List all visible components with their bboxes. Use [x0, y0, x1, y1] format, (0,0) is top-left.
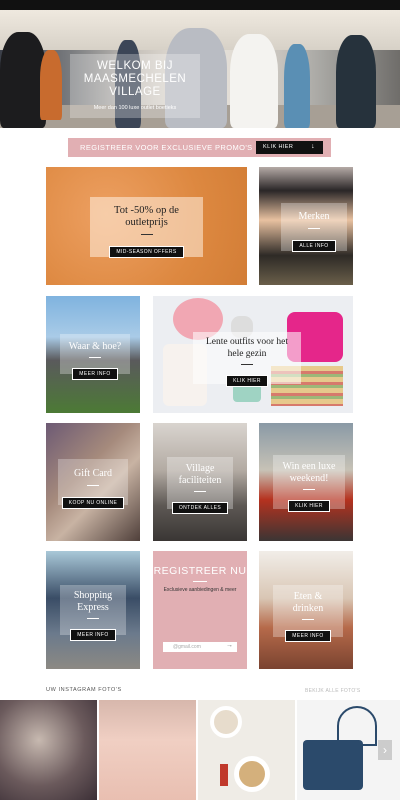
promo-button-label: KLIK HIER: [263, 144, 294, 150]
bag-strap-image: [337, 706, 377, 746]
tile-win[interactable]: Win een luxe weekend! KLIK HIER: [259, 423, 353, 541]
register-title: REGISTREER NU: [153, 565, 247, 577]
food-title-line: drinken: [292, 603, 324, 614]
divider: [193, 581, 207, 582]
food-button[interactable]: MEER INFO: [285, 630, 331, 642]
hero-person: [40, 50, 62, 120]
tile-giftcard[interactable]: Gift Card KOOP NU ONLINE: [46, 423, 140, 541]
spring-button[interactable]: KLIK HIER: [226, 375, 268, 387]
submit-arrow-icon[interactable]: →: [226, 642, 233, 649]
spring-text-box: Lente outfits voor het hele gezin KLIK H…: [193, 332, 301, 387]
hero-title-line: VILLAGE: [109, 86, 161, 98]
giftcard-button[interactable]: KOOP NU ONLINE: [61, 497, 125, 509]
offers-text-box: Tot -50% op de outletprijs MID-SEASON OF…: [90, 197, 203, 258]
arrow-down-icon: ↓: [311, 143, 315, 150]
win-title-line: Win een luxe: [282, 461, 336, 472]
tile-offers[interactable]: Tot -50% op de outletprijs MID-SEASON OF…: [46, 167, 247, 285]
divider: [87, 618, 99, 619]
divider: [303, 489, 315, 490]
instagram-title: UW INSTAGRAM FOTO'S: [46, 687, 122, 693]
offers-title-line: outletprijs: [125, 217, 168, 228]
food-title: Eten & drinken: [273, 591, 343, 615]
shopping-button[interactable]: MEER INFO: [70, 629, 116, 641]
hero-person: [230, 34, 278, 128]
food-title-line: Eten &: [293, 591, 323, 602]
tile-where[interactable]: Waar & hoe? MEER INFO: [46, 296, 140, 413]
next-arrow-button[interactable]: ›: [378, 740, 392, 760]
tile-register: REGISTREER NU Exclusieve aanbiedingen & …: [153, 551, 247, 669]
register-subtitle: Exclusieve aanbiedingen & meer: [163, 587, 237, 593]
food-text-box: Eten & drinken MEER INFO: [273, 585, 343, 642]
where-button[interactable]: MEER INFO: [72, 368, 118, 380]
tile-shopping-express[interactable]: Shopping Express MEER INFO: [46, 551, 140, 669]
hero-banner[interactable]: WELKOM BIJ MAASMECHELEN VILLAGE Meer dan…: [0, 10, 400, 128]
brands-button[interactable]: ALLE INFO: [292, 240, 336, 252]
brands-title: Merken: [298, 211, 330, 222]
hero-text-box: WELKOM BIJ MAASMECHELEN VILLAGE Meer dan…: [70, 54, 200, 118]
giftcard-title: Gift Card: [73, 468, 113, 479]
shopping-title: Shopping Express: [60, 590, 126, 614]
divider: [308, 228, 320, 229]
view-all-photos-link[interactable]: BEKIJK ALLE FOTO'S: [305, 688, 360, 694]
spring-title: Lente outfits voor het hele gezin: [193, 336, 301, 360]
hero-title-line: WELKOM BIJ: [97, 60, 173, 72]
facilities-title-line: Village: [185, 463, 215, 474]
win-title: Win een luxe weekend!: [273, 461, 345, 485]
shopping-title-line: Shopping: [73, 590, 113, 601]
tile-brands[interactable]: Merken ALLE INFO: [259, 167, 353, 285]
instagram-photo[interactable]: [99, 700, 196, 800]
shopping-title-line: Express: [77, 602, 109, 613]
promo-bar: REGISTREER VOOR EXCLUSIEVE PROMO'S KLIK …: [68, 138, 331, 157]
win-button[interactable]: KLIK HIER: [288, 500, 330, 512]
top-bar: [0, 0, 400, 10]
hero-title-line: MAASMECHELEN: [83, 73, 187, 85]
promo-button[interactable]: KLIK HIER ↓: [256, 141, 323, 154]
promo-label: REGISTREER VOOR EXCLUSIEVE PROMO'S: [80, 143, 253, 152]
divider: [241, 364, 253, 365]
spring-title-line: Lente outfits voor het: [205, 337, 289, 347]
handbag-image: [303, 740, 363, 790]
divider: [87, 485, 99, 486]
hero-title: WELKOM BIJ MAASMECHELEN VILLAGE: [70, 60, 200, 99]
divider: [140, 234, 153, 235]
where-text-box: Waar & hoe? MEER INFO: [60, 334, 130, 380]
offers-title-line: Tot -50% op de: [114, 205, 179, 216]
divider: [302, 619, 314, 620]
hero-person: [336, 35, 376, 128]
tile-food[interactable]: Eten & drinken MEER INFO: [259, 551, 353, 669]
divider: [194, 491, 206, 492]
spring-title-line: hele gezin: [227, 349, 267, 359]
coffee-cup-image: [234, 756, 270, 792]
facilities-text-box: Village faciliteiten ONTDEK ALLES: [167, 457, 233, 514]
tile-facilities[interactable]: Village faciliteiten ONTDEK ALLES: [153, 423, 247, 541]
brands-text-box: Merken ALLE INFO: [281, 203, 347, 252]
email-placeholder: @gmail.com: [173, 644, 201, 650]
giftcard-text-box: Gift Card KOOP NU ONLINE: [58, 459, 128, 509]
where-title: Waar & hoe?: [68, 341, 122, 352]
instagram-photo[interactable]: [0, 700, 97, 800]
facilities-title-line: faciliteiten: [178, 475, 222, 486]
instagram-photo[interactable]: [198, 700, 295, 800]
email-field[interactable]: @gmail.com →: [163, 642, 237, 652]
offers-title: Tot -50% op de outletprijs: [90, 205, 203, 229]
lipstick-image: [220, 764, 228, 786]
facilities-button[interactable]: ONTDEK ALLES: [171, 502, 229, 514]
shopping-text-box: Shopping Express MEER INFO: [60, 585, 126, 641]
tile-spring[interactable]: Lente outfits voor het hele gezin KLIK H…: [153, 296, 353, 413]
win-text-box: Win een luxe weekend! KLIK HIER: [273, 455, 345, 512]
win-title-line: weekend!: [289, 473, 329, 484]
coffee-cup-image: [210, 706, 242, 738]
offers-button[interactable]: MID-SEASON OFFERS: [109, 246, 184, 258]
hero-subtitle: Meer dan 100 luxe outlet boetieks: [93, 105, 177, 111]
hero-person: [284, 44, 310, 128]
divider: [89, 357, 101, 358]
facilities-title: Village faciliteiten: [167, 463, 233, 487]
